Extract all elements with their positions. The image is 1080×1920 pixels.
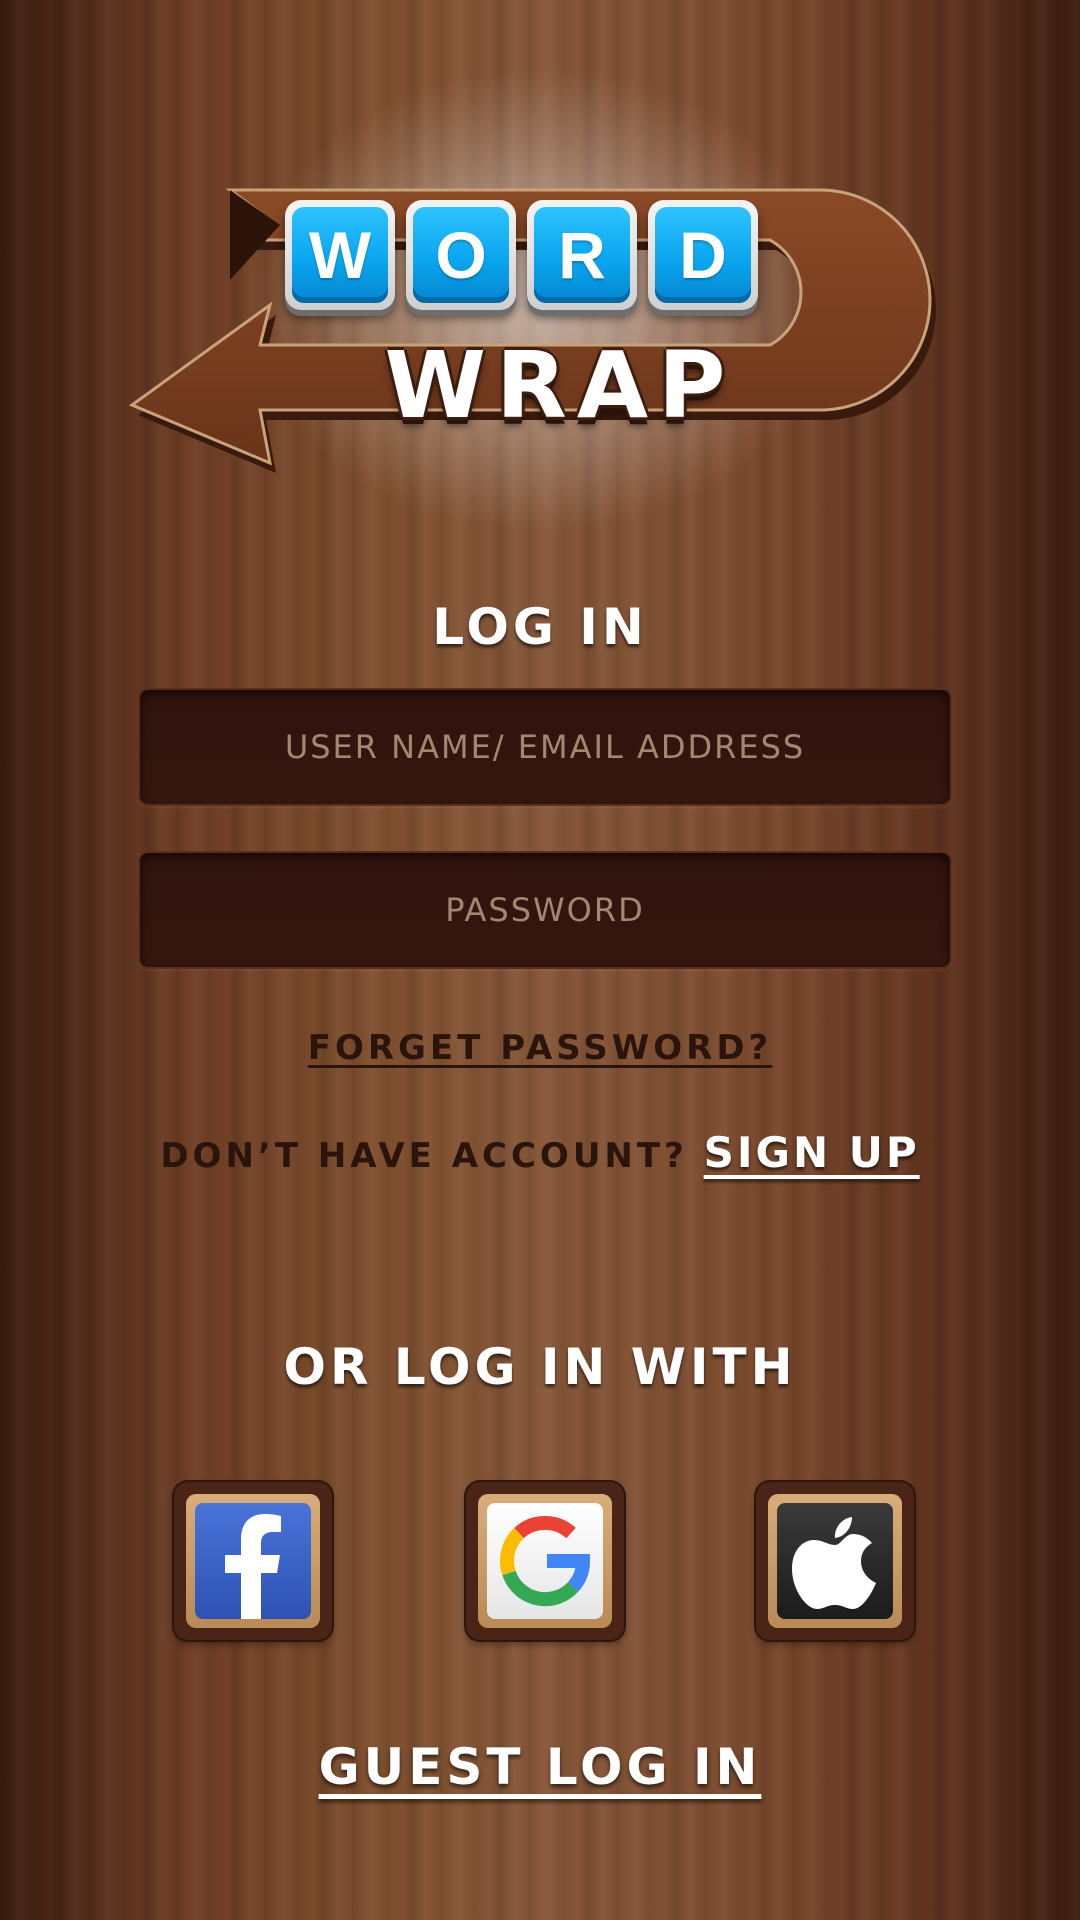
username-email-input[interactable] <box>138 688 952 806</box>
letter-tile: O <box>406 200 516 310</box>
sign-up-link[interactable]: SIGN UP <box>704 1128 920 1177</box>
letter-tile: W <box>285 200 395 310</box>
login-title: LOG IN <box>432 598 648 656</box>
forgot-password-row: FORGET PASSWORD? <box>0 1028 1080 1068</box>
guest-login-link[interactable]: GUEST LOG IN <box>0 1738 1080 1796</box>
word-wrap-logo: W O R D WRAP <box>120 180 960 510</box>
google-icon <box>487 1503 603 1619</box>
social-login-title: OR LOG IN WITH <box>283 1338 797 1396</box>
facebook-icon <box>195 1503 311 1619</box>
signup-row: DON’T HAVE ACCOUNT? SIGN UP <box>0 1128 1080 1177</box>
facebook-login-button[interactable] <box>174 1482 332 1640</box>
google-login-button[interactable] <box>466 1482 624 1640</box>
password-input[interactable] <box>138 851 952 969</box>
word-tiles: W O R D <box>285 200 758 310</box>
forgot-password-link[interactable]: FORGET PASSWORD? <box>308 1028 773 1068</box>
apple-login-button[interactable] <box>756 1482 914 1640</box>
logo-subtitle: WRAP <box>384 332 736 439</box>
no-account-text: DON’T HAVE ACCOUNT? <box>160 1136 688 1176</box>
letter-tile: R <box>527 200 637 310</box>
apple-icon <box>777 1503 893 1619</box>
letter-tile: D <box>648 200 758 310</box>
